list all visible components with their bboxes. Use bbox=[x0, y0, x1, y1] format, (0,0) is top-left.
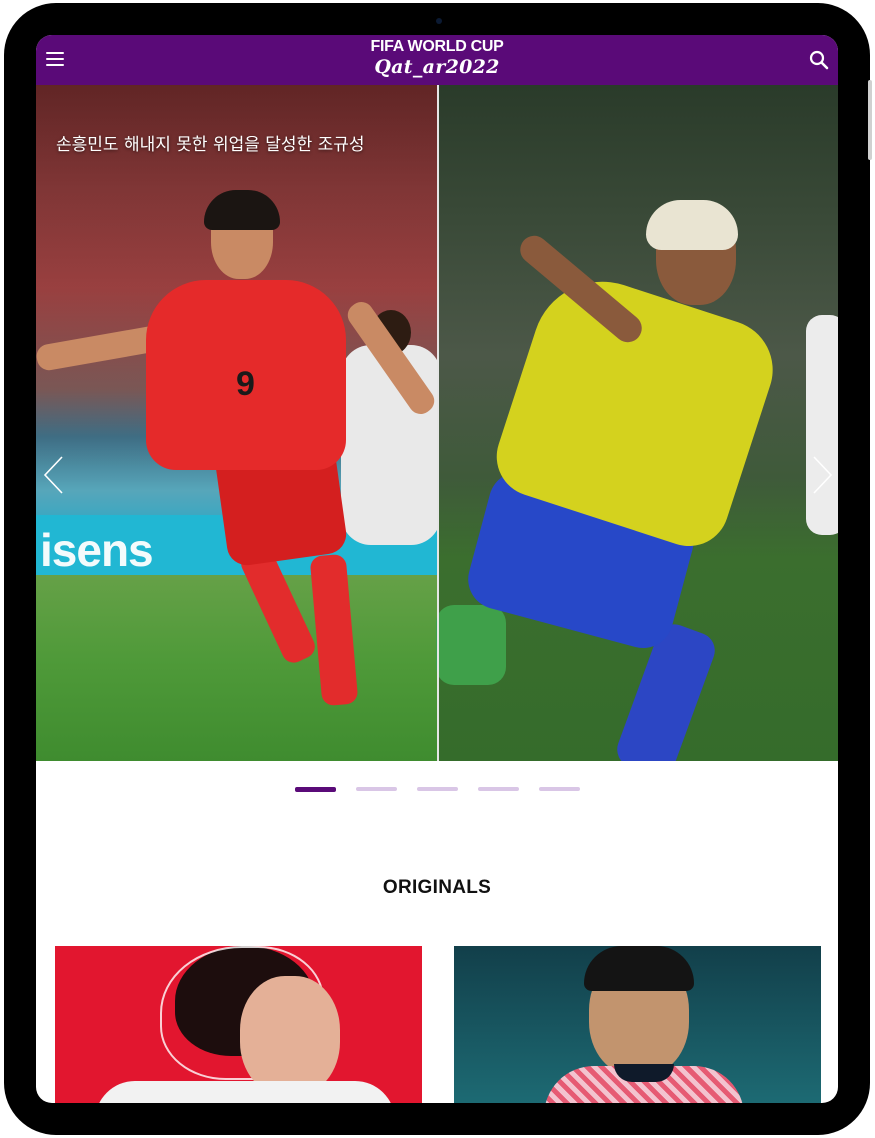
logo-subtitle: Qat_ar2022 bbox=[374, 56, 500, 78]
card-1-player-face bbox=[240, 976, 340, 1096]
tablet-side-button bbox=[868, 80, 872, 160]
chevron-left-icon bbox=[43, 456, 63, 494]
menu-bar-bottom bbox=[46, 64, 64, 66]
carousel-pagination bbox=[295, 787, 585, 793]
hero-photo-cho-gue-sung: isens 9 bbox=[36, 85, 441, 761]
player-blonde-hair bbox=[646, 200, 738, 250]
originals-section-title: ORIGINALS bbox=[382, 877, 492, 898]
card-2-player-hair bbox=[584, 946, 694, 991]
hero-carousel[interactable]: isens 9 손흥민도 해내지 못한 위업을 달성한 조규성 bbox=[36, 85, 838, 761]
card-2-player-collar bbox=[614, 1064, 674, 1082]
ad-board-text: isens bbox=[40, 524, 154, 576]
carousel-dot-3[interactable] bbox=[417, 787, 458, 791]
carousel-next-button[interactable] bbox=[812, 455, 834, 495]
search-icon bbox=[809, 50, 829, 70]
front-camera bbox=[436, 18, 442, 24]
chevron-right-icon bbox=[813, 456, 833, 494]
slide-divider bbox=[437, 85, 439, 761]
carousel-dot-5[interactable] bbox=[539, 787, 580, 791]
jersey-number: 9 bbox=[236, 365, 255, 403]
carousel-prev-button[interactable] bbox=[42, 455, 64, 495]
originals-card-1[interactable] bbox=[55, 946, 422, 1103]
app-screen: FIFA WORLD CUP Qat_ar2022 isens 9 손흥민도 해… bbox=[36, 35, 838, 1103]
player-leg-right bbox=[309, 553, 359, 707]
originals-card-2[interactable] bbox=[454, 946, 821, 1103]
search-button[interactable] bbox=[808, 49, 830, 71]
top-header: FIFA WORLD CUP Qat_ar2022 bbox=[36, 35, 838, 85]
logo-title: FIFA WORLD CUP bbox=[370, 38, 504, 55]
carousel-dot-2[interactable] bbox=[356, 787, 397, 791]
background-player-white bbox=[806, 315, 838, 535]
card-1-player-shirt bbox=[95, 1081, 395, 1103]
fifa-world-cup-logo[interactable]: FIFA WORLD CUP Qat_ar2022 bbox=[356, 38, 518, 82]
carousel-dot-1[interactable] bbox=[295, 787, 336, 792]
menu-bar-middle bbox=[46, 58, 64, 60]
player-sock-green bbox=[436, 605, 506, 685]
hero-caption[interactable]: 손흥민도 해내지 못한 위업을 달성한 조규성 bbox=[56, 130, 365, 155]
menu-bar-top bbox=[46, 52, 64, 54]
hamburger-menu-button[interactable] bbox=[46, 50, 66, 70]
player-hair bbox=[204, 190, 280, 230]
carousel-dot-4[interactable] bbox=[478, 787, 519, 791]
